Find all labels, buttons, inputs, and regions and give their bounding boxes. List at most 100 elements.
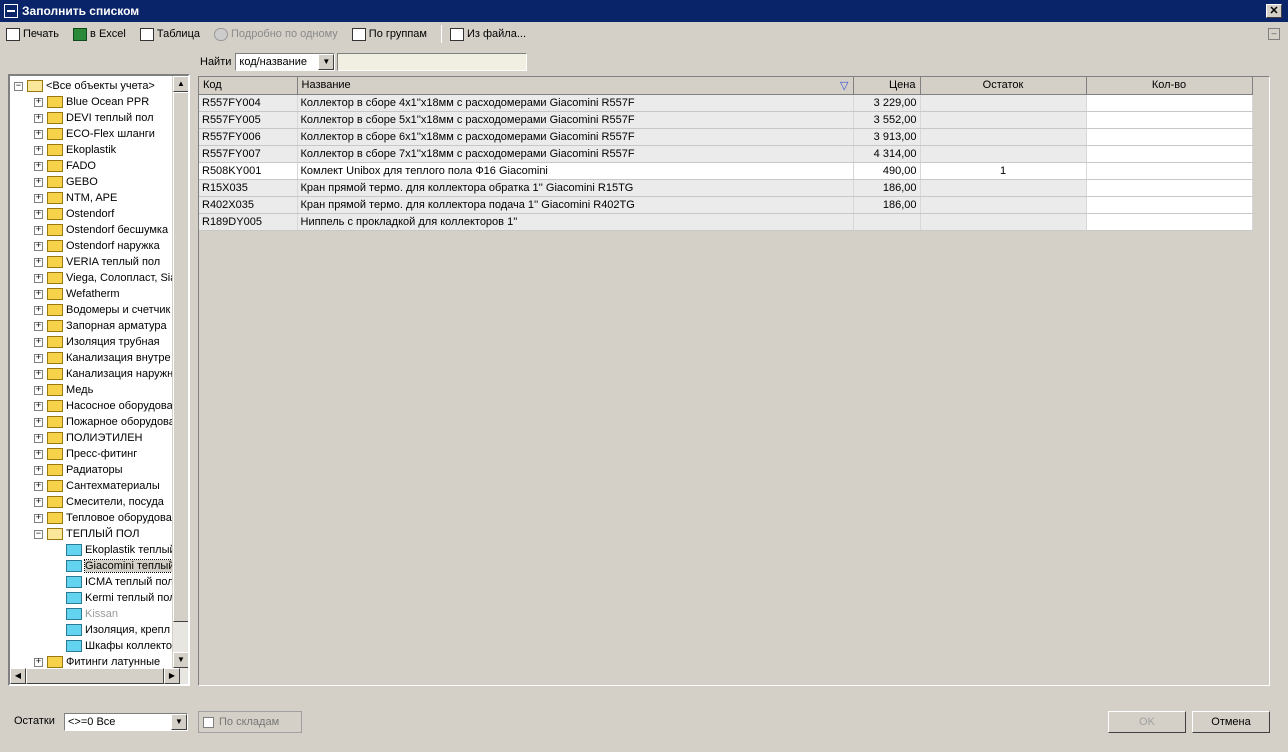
one-by-one-button[interactable]: Подробно по одному: [214, 27, 338, 41]
tree-subitem[interactable]: Kermi теплый пол: [66, 590, 176, 606]
tree-item[interactable]: + Ostendorf наружка: [34, 238, 160, 254]
scroll-left-icon[interactable]: ◀: [10, 668, 26, 684]
scroll-right-icon[interactable]: ▶: [164, 668, 180, 684]
table-row[interactable]: R557FY006 Коллектор в сборе 6x1''x18мм с …: [199, 128, 1253, 146]
tree-item[interactable]: + Медь: [34, 382, 93, 398]
cell-qty[interactable]: [1086, 162, 1253, 180]
table-row[interactable]: R557FY007 Коллектор в сборе 7x1''x18мм с …: [199, 145, 1253, 163]
collapse-icon[interactable]: −: [34, 529, 43, 539]
tree-subitem[interactable]: Ekoplastik теплый: [66, 542, 176, 558]
expand-icon[interactable]: +: [34, 97, 43, 107]
table-row[interactable]: R189DY005 Ниппель с прокладкой для коллек…: [199, 213, 1253, 231]
tree-subitem[interactable]: ICMA теплый пол: [66, 574, 174, 590]
expand-icon[interactable]: +: [34, 273, 43, 283]
stock-filter-select[interactable]: <>=0 Все ▼: [64, 713, 188, 731]
cell-qty[interactable]: [1086, 111, 1253, 129]
expand-icon[interactable]: +: [34, 289, 43, 299]
expand-icon[interactable]: +: [34, 513, 43, 523]
tree-item[interactable]: + Ostendorf: [34, 206, 114, 222]
tree-item[interactable]: + Ekoplastik: [34, 142, 116, 158]
from-file-button[interactable]: Из файла...: [449, 27, 526, 41]
expand-icon[interactable]: +: [34, 433, 43, 443]
column-price[interactable]: Цена: [853, 77, 921, 95]
collapse-icon[interactable]: −: [14, 81, 23, 91]
expand-icon[interactable]: +: [34, 209, 43, 219]
tree-subitem[interactable]: Шкафы коллекто: [66, 638, 172, 654]
chevron-down-icon[interactable]: ▼: [171, 714, 187, 730]
table-row[interactable]: R15X035 Кран прямой термо. для коллектора…: [199, 179, 1253, 197]
cell-qty[interactable]: [1086, 213, 1253, 231]
expand-icon[interactable]: +: [34, 129, 43, 139]
expand-icon[interactable]: +: [34, 145, 43, 155]
tree-item[interactable]: + Пожарное оборудова: [34, 414, 175, 430]
tree-item[interactable]: + Водомеры и счетчик: [34, 302, 170, 318]
expand-icon[interactable]: +: [34, 353, 43, 363]
expand-icon[interactable]: +: [34, 369, 43, 379]
tree-item[interactable]: + GEBO: [34, 174, 98, 190]
expand-icon[interactable]: +: [34, 321, 43, 331]
expand-icon[interactable]: +: [34, 417, 43, 427]
expand-icon[interactable]: +: [34, 657, 43, 667]
table-button[interactable]: Таблица: [139, 27, 200, 41]
tree-subitem[interactable]: Giacomini теплый: [66, 558, 176, 574]
expand-icon[interactable]: +: [34, 193, 43, 203]
tree-subitem[interactable]: Kissan: [66, 606, 118, 622]
checkbox-icon[interactable]: [203, 716, 214, 728]
tree-item[interactable]: + VERIA теплый пол: [34, 254, 160, 270]
scroll-thumb[interactable]: [173, 92, 188, 622]
tree-item[interactable]: + Ostendorf бесшумка: [34, 222, 168, 238]
tree-item[interactable]: + Канализация внутре: [34, 350, 171, 366]
cell-qty[interactable]: [1086, 196, 1253, 214]
column-code[interactable]: Код: [199, 77, 298, 95]
tree-item[interactable]: − ТЕПЛЫЙ ПОЛ: [34, 526, 139, 542]
column-stock[interactable]: Остаток: [920, 77, 1087, 95]
tree-item[interactable]: + Канализация наружн: [34, 366, 173, 382]
tree-item[interactable]: + Viega, Солопласт, Sia: [34, 270, 176, 286]
expand-icon[interactable]: +: [34, 225, 43, 235]
tree-item[interactable]: + ПОЛИЭТИЛЕН: [34, 430, 143, 446]
tree-item[interactable]: + DEVI теплый пол: [34, 110, 154, 126]
tree-item[interactable]: + ECO-Flex шланги: [34, 126, 155, 142]
tree-item[interactable]: + Wefatherm: [34, 286, 120, 302]
search-input[interactable]: [337, 53, 528, 71]
close-button[interactable]: ✕: [1266, 4, 1282, 18]
tree-item[interactable]: + Запорная арматура: [34, 318, 167, 334]
expand-icon[interactable]: +: [34, 385, 43, 395]
by-warehouses-checkbox[interactable]: По складам: [198, 711, 302, 733]
ok-button[interactable]: OK: [1108, 711, 1186, 733]
tree-item[interactable]: + Сантехматериалы: [34, 478, 160, 494]
table-row[interactable]: R402X035 Кран прямой термо. для коллектор…: [199, 196, 1253, 214]
expand-icon[interactable]: +: [34, 465, 43, 475]
cell-qty[interactable]: [1086, 94, 1253, 112]
sort-filter-icon[interactable]: ▽: [840, 79, 848, 92]
chevron-down-icon[interactable]: ▼: [318, 54, 335, 70]
tree-item[interactable]: + Фитинги латунные: [34, 654, 160, 668]
tree-horizontal-scrollbar[interactable]: ◀ ▶: [10, 668, 188, 684]
tree-item[interactable]: + Насосное оборудова: [34, 398, 173, 414]
expand-icon[interactable]: +: [34, 401, 43, 411]
tree-item[interactable]: + Смесители, посуда: [34, 494, 164, 510]
by-groups-button[interactable]: По группам: [351, 27, 427, 41]
expand-icon[interactable]: +: [34, 161, 43, 171]
tree-item[interactable]: + Пресс-фитинг: [34, 446, 137, 462]
column-name[interactable]: Название ▽: [297, 77, 854, 95]
cell-qty[interactable]: [1086, 179, 1253, 197]
cell-qty[interactable]: [1086, 145, 1253, 163]
cell-qty[interactable]: [1086, 128, 1253, 146]
expand-icon[interactable]: +: [34, 497, 43, 507]
tree-item[interactable]: + Тепловое оборудова: [34, 510, 172, 526]
tree-item[interactable]: + FADO: [34, 158, 96, 174]
expand-icon[interactable]: +: [34, 257, 43, 267]
print-button[interactable]: Печать: [6, 27, 59, 41]
hscroll-thumb[interactable]: [26, 668, 164, 684]
tree-subitem[interactable]: Изоляция, крепл: [66, 622, 170, 638]
cancel-button[interactable]: Отмена: [1192, 711, 1270, 733]
expand-icon[interactable]: +: [34, 449, 43, 459]
minimize-icon[interactable]: –: [1268, 28, 1280, 40]
expand-icon[interactable]: +: [34, 481, 43, 491]
expand-icon[interactable]: +: [34, 177, 43, 187]
table-row[interactable]: R557FY005 Коллектор в сборе 5x1''x18мм с …: [199, 111, 1253, 129]
category-tree[interactable]: − <Все объекты учета> + Blue Ocean PPR + DEVI…: [8, 74, 190, 686]
expand-icon[interactable]: +: [34, 305, 43, 315]
expand-icon[interactable]: +: [34, 241, 43, 251]
